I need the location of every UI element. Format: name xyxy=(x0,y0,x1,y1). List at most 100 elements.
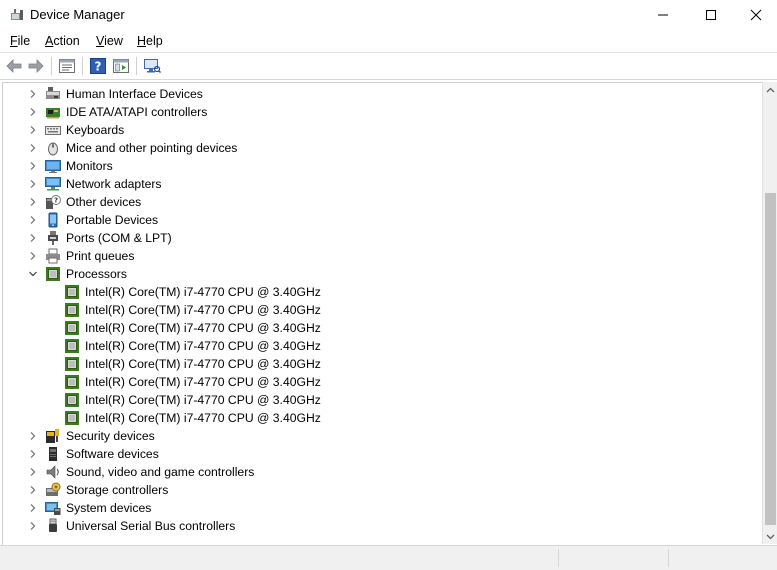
tree-category-ide-ata-atapi-controllers[interactable]: IDE ATA/ATAPI controllers xyxy=(3,103,743,121)
tree-device-label: Intel(R) Core(TM) i7-4770 CPU @ 3.40GHz xyxy=(85,411,321,425)
forward-button[interactable] xyxy=(26,56,46,76)
chevron-down-icon xyxy=(766,534,775,539)
tree-category-universal-serial-bus-controllers[interactable]: Universal Serial Bus controllers xyxy=(3,517,743,535)
software-device-icon xyxy=(49,447,57,461)
properties-icon xyxy=(59,59,75,73)
minimize-icon xyxy=(658,14,668,16)
processor-icon xyxy=(65,339,79,353)
tree-category-monitors[interactable]: Monitors xyxy=(3,157,743,175)
tree-category-label: Human Interface Devices xyxy=(66,87,203,101)
chevron-right-icon[interactable] xyxy=(28,161,38,171)
processor-icon xyxy=(65,393,79,407)
menu-view-rest: iew xyxy=(104,34,123,48)
menu-file[interactable]: File xyxy=(10,34,30,48)
scan-hardware-button[interactable] xyxy=(142,56,162,76)
chevron-right-icon[interactable] xyxy=(28,215,38,225)
tree-category-human-interface-devices[interactable]: Human Interface Devices xyxy=(3,85,743,103)
chevron-right-icon[interactable] xyxy=(28,431,38,441)
processor-icon xyxy=(65,357,79,371)
tree-category-label: Monitors xyxy=(66,159,113,173)
status-pane-divider xyxy=(668,549,669,567)
chevron-right-icon[interactable] xyxy=(28,449,38,459)
menu-action[interactable]: Action xyxy=(45,34,80,48)
tree-category-label: Network adapters xyxy=(66,177,162,191)
chevron-right-icon[interactable] xyxy=(28,251,38,261)
tree-category-mice-and-other-pointing-devices[interactable]: Mice and other pointing devices xyxy=(3,139,743,157)
menu-view-accel: V xyxy=(96,34,105,48)
device-tree: Human Interface Devices IDE ATA/ATAPI con… xyxy=(2,82,763,545)
tree-device-processor[interactable]: Intel(R) Core(TM) i7-4770 CPU @ 3.40GHz xyxy=(3,319,743,337)
tree-category-label: System devices xyxy=(66,501,152,515)
chevron-right-icon[interactable] xyxy=(28,125,38,135)
tree-category-storage-controllers[interactable]: Storage controllers xyxy=(3,481,743,499)
speaker-icon xyxy=(46,465,59,479)
tree-device-label: Intel(R) Core(TM) i7-4770 CPU @ 3.40GHz xyxy=(85,393,321,407)
chevron-right-icon[interactable] xyxy=(28,521,38,531)
status-pane-divider xyxy=(558,549,559,567)
chevron-right-icon[interactable] xyxy=(28,143,38,153)
chevron-right-icon[interactable] xyxy=(28,179,38,189)
tree-device-processor[interactable]: Intel(R) Core(TM) i7-4770 CPU @ 3.40GHz xyxy=(3,301,743,319)
menu-action-rest: ction xyxy=(53,34,80,48)
tree-category-label: Storage controllers xyxy=(66,483,169,497)
tree-category-processors[interactable]: Processors xyxy=(3,265,743,283)
menu-file-accel: F xyxy=(10,34,18,48)
chevron-right-icon[interactable] xyxy=(28,467,38,477)
monitor-icon xyxy=(45,160,61,173)
tree-category-software-devices[interactable]: Software devices xyxy=(3,445,743,463)
tree-category-other-devices[interactable]: ? Other devices xyxy=(3,193,743,211)
chevron-right-icon[interactable] xyxy=(28,197,38,207)
tree-category-ports-com-lpt[interactable]: Ports (COM & LPT) xyxy=(3,229,743,247)
vertical-scrollbar[interactable] xyxy=(762,82,777,544)
help-button[interactable]: ? xyxy=(88,56,108,76)
tree-device-processor[interactable]: Intel(R) Core(TM) i7-4770 CPU @ 3.40GHz xyxy=(3,373,743,391)
tree-device-processor[interactable]: Intel(R) Core(TM) i7-4770 CPU @ 3.40GHz xyxy=(3,391,743,409)
tree-category-label: Portable Devices xyxy=(66,213,159,227)
chevron-right-icon[interactable] xyxy=(28,503,38,513)
maximize-icon xyxy=(706,10,716,20)
tree-category-network-adapters[interactable]: Network adapters xyxy=(3,175,743,193)
tree-category-keyboards[interactable]: Keyboards xyxy=(3,121,743,139)
tree-device-label: Intel(R) Core(TM) i7-4770 CPU @ 3.40GHz xyxy=(85,285,321,299)
portable-device-icon xyxy=(48,212,58,228)
chevron-up-icon xyxy=(766,87,775,92)
scroll-up-button[interactable] xyxy=(763,82,777,97)
tree-device-label: Intel(R) Core(TM) i7-4770 CPU @ 3.40GHz xyxy=(85,321,321,335)
keyboard-icon xyxy=(45,126,61,135)
menu-file-rest: ile xyxy=(17,34,31,48)
menu-view[interactable]: View xyxy=(96,34,123,48)
tree-device-processor[interactable]: Intel(R) Core(TM) i7-4770 CPU @ 3.40GHz xyxy=(3,355,743,373)
tree-category-print-queues[interactable]: Print queues xyxy=(3,247,743,265)
tree-category-label: Sound, video and game controllers xyxy=(66,465,255,479)
show-hide-console-tree-button[interactable] xyxy=(111,56,131,76)
minimize-button[interactable] xyxy=(640,0,686,30)
properties-button[interactable] xyxy=(57,56,77,76)
tree-device-processor[interactable]: Intel(R) Core(TM) i7-4770 CPU @ 3.40GHz xyxy=(3,337,743,355)
chevron-down-icon[interactable] xyxy=(28,269,38,279)
chevron-right-icon[interactable] xyxy=(28,107,38,117)
tree-device-label: Intel(R) Core(TM) i7-4770 CPU @ 3.40GHz xyxy=(85,375,321,389)
toolbar: ? xyxy=(0,53,777,80)
tree-category-security-devices[interactable]: Security devices xyxy=(3,427,743,445)
tree-category-portable-devices[interactable]: Portable Devices xyxy=(3,211,743,229)
printer-icon xyxy=(46,248,60,264)
tree-category-sound-video-and-game-controllers[interactable]: Sound, video and game controllers xyxy=(3,463,743,481)
close-button[interactable] xyxy=(733,0,777,30)
toolbar-separator xyxy=(82,57,83,75)
maximize-button[interactable] xyxy=(688,0,734,30)
chevron-right-icon[interactable] xyxy=(28,485,38,495)
chevron-right-icon[interactable] xyxy=(28,89,38,99)
show-hide-console-tree-icon xyxy=(113,59,129,73)
processor-icon xyxy=(65,375,79,389)
tree-device-processor[interactable]: Intel(R) Core(TM) i7-4770 CPU @ 3.40GHz xyxy=(3,409,743,427)
menu-help[interactable]: Help xyxy=(137,34,163,48)
scroll-down-button[interactable] xyxy=(763,529,777,544)
help-icon: ? xyxy=(90,58,106,74)
chevron-right-icon[interactable] xyxy=(28,233,38,243)
network-adapter-icon xyxy=(45,177,61,191)
tree-category-system-devices[interactable]: System devices xyxy=(3,499,743,517)
tree-category-label: Other devices xyxy=(66,195,142,209)
scrollbar-thumb[interactable] xyxy=(765,193,776,525)
back-button[interactable] xyxy=(4,56,24,76)
tree-device-processor[interactable]: Intel(R) Core(TM) i7-4770 CPU @ 3.40GHz xyxy=(3,283,743,301)
